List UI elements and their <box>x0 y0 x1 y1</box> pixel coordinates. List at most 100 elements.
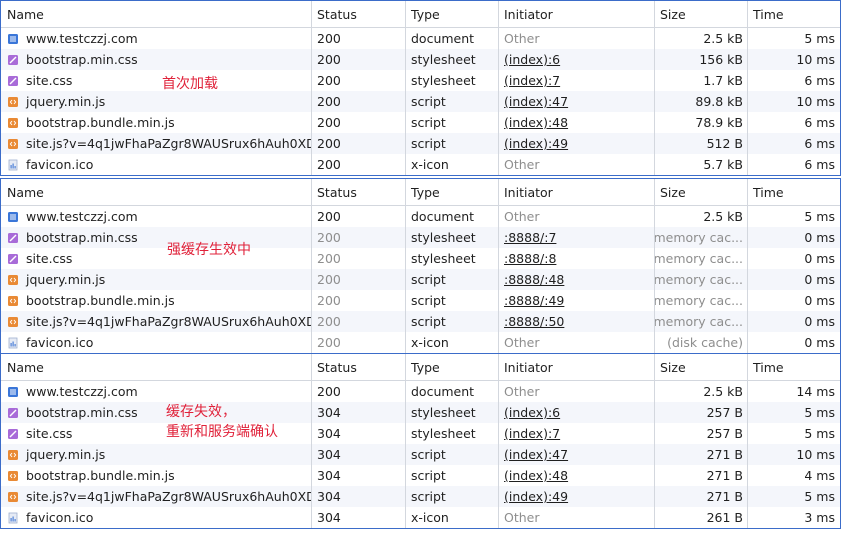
column-header-type[interactable]: Type <box>405 179 498 205</box>
column-divider[interactable] <box>654 179 655 205</box>
column-divider[interactable] <box>747 354 748 380</box>
initiator-cell[interactable]: :8888/:48 <box>498 269 654 290</box>
initiator-cell[interactable]: (index):7 <box>498 423 654 444</box>
request-name[interactable]: jquery.min.js <box>26 272 105 287</box>
column-divider[interactable] <box>498 354 499 380</box>
initiator-cell[interactable]: (index):7 <box>498 70 654 91</box>
column-header-type[interactable]: Type <box>405 354 498 380</box>
column-header-time[interactable]: Time <box>747 1 840 27</box>
request-name-cell[interactable]: www.testczzj.com <box>1 28 311 49</box>
request-name-cell[interactable]: favicon.ico <box>1 154 311 175</box>
initiator-cell[interactable]: :8888/:7 <box>498 227 654 248</box>
request-name-cell[interactable]: jquery.min.js <box>1 269 311 290</box>
request-name-cell[interactable]: site.js?v=4q1jwFhaPaZgr8WAUSrux6hAuh0XDg… <box>1 311 311 332</box>
initiator-cell[interactable]: :8888/:49 <box>498 290 654 311</box>
column-divider[interactable] <box>405 354 406 380</box>
table-row[interactable]: site.css 304 stylesheet (index):7 257 B 5 ms <box>1 423 840 444</box>
initiator-link[interactable]: (index):7 <box>504 73 560 88</box>
initiator-cell[interactable]: (index):49 <box>498 133 654 154</box>
column-header-type[interactable]: Type <box>405 1 498 27</box>
table-row[interactable]: bootstrap.min.css 304 stylesheet (index):6 2… <box>1 402 840 423</box>
column-header-status[interactable]: Status <box>311 1 405 27</box>
column-divider[interactable] <box>311 354 312 380</box>
initiator-link[interactable]: :8888/:49 <box>504 293 564 308</box>
request-name[interactable]: site.css <box>26 73 72 88</box>
column-header-time[interactable]: Time <box>747 354 840 380</box>
table-row[interactable]: site.js?v=4q1jwFhaPaZgr8WAUSrux6hAuh0XDg… <box>1 486 840 507</box>
table-row[interactable]: bootstrap.min.css 200 stylesheet (index):6 1… <box>1 49 840 70</box>
table-row[interactable]: bootstrap.min.css 200 stylesheet:8888/:7 (m… <box>1 227 840 248</box>
column-header-status[interactable]: Status <box>311 354 405 380</box>
request-name[interactable]: www.testczzj.com <box>26 384 138 399</box>
initiator-link[interactable]: (index):49 <box>504 136 568 151</box>
initiator-link[interactable]: :8888/:50 <box>504 314 564 329</box>
request-name-cell[interactable]: bootstrap.min.css <box>1 49 311 70</box>
column-header-initiator[interactable]: Initiator <box>498 1 654 27</box>
column-divider[interactable] <box>405 1 406 27</box>
initiator-cell[interactable]: (index):6 <box>498 49 654 70</box>
request-name-cell[interactable]: site.css <box>1 70 311 91</box>
initiator-link[interactable]: :8888/:8 <box>504 251 556 266</box>
initiator-link[interactable]: :8888/:48 <box>504 272 564 287</box>
request-name[interactable]: site.js?v=4q1jwFhaPaZgr8WAUSrux6hAuh0XDg… <box>26 136 311 151</box>
request-name[interactable]: bootstrap.min.css <box>26 52 138 67</box>
initiator-link[interactable]: (index):6 <box>504 405 560 420</box>
column-header-initiator[interactable]: Initiator <box>498 354 654 380</box>
table-row[interactable]: favicon.ico 304 x-icon Other 261 B 3 ms <box>1 507 840 528</box>
table-row[interactable]: jquery.min.js 200 script:8888/:48 (memory c… <box>1 269 840 290</box>
column-divider[interactable] <box>747 1 748 27</box>
request-name-cell[interactable]: bootstrap.bundle.min.js <box>1 465 311 486</box>
initiator-link[interactable]: :8888/:7 <box>504 230 556 245</box>
column-header-time[interactable]: Time <box>747 179 840 205</box>
request-name-cell[interactable]: site.js?v=4q1jwFhaPaZgr8WAUSrux6hAuh0XDg… <box>1 133 311 154</box>
request-name[interactable]: site.css <box>26 426 72 441</box>
request-name-cell[interactable]: favicon.ico <box>1 507 311 528</box>
request-name[interactable]: site.js?v=4q1jwFhaPaZgr8WAUSrux6hAuh0XDg… <box>26 489 311 504</box>
initiator-cell[interactable]: :8888/:8 <box>498 248 654 269</box>
request-name-cell[interactable]: jquery.min.js <box>1 91 311 112</box>
column-header-initiator[interactable]: Initiator <box>498 179 654 205</box>
request-name[interactable]: jquery.min.js <box>26 94 105 109</box>
table-row[interactable]: bootstrap.bundle.min.js 304 script (index):… <box>1 465 840 486</box>
request-name[interactable]: bootstrap.bundle.min.js <box>26 115 175 130</box>
table-row[interactable]: favicon.ico 200 x-icon Other 5.7 kB 6 ms <box>1 154 840 175</box>
table-row[interactable]: jquery.min.js 304 script (index):47 271 B 10 … <box>1 444 840 465</box>
request-name-cell[interactable]: favicon.ico <box>1 332 311 353</box>
column-header-name[interactable]: Name <box>1 1 311 27</box>
initiator-link[interactable]: (index):47 <box>504 94 568 109</box>
initiator-cell[interactable]: :8888/:50 <box>498 311 654 332</box>
column-divider[interactable] <box>498 179 499 205</box>
table-row[interactable]: www.testczzj.com 200 document Other 2.5 kB 14… <box>1 381 840 402</box>
initiator-cell[interactable]: (index):47 <box>498 91 654 112</box>
initiator-link[interactable]: (index):47 <box>504 447 568 462</box>
initiator-cell[interactable]: (index):48 <box>498 465 654 486</box>
column-header-status[interactable]: Status <box>311 179 405 205</box>
initiator-cell[interactable]: (index):49 <box>498 486 654 507</box>
initiator-cell[interactable]: (index):48 <box>498 112 654 133</box>
request-name[interactable]: bootstrap.bundle.min.js <box>26 468 175 483</box>
request-name-cell[interactable]: www.testczzj.com <box>1 206 311 227</box>
request-name-cell[interactable]: jquery.min.js <box>1 444 311 465</box>
column-divider[interactable] <box>311 1 312 27</box>
request-name[interactable]: site.css <box>26 251 72 266</box>
column-header-name[interactable]: Name <box>1 354 311 380</box>
column-divider[interactable] <box>654 354 655 380</box>
request-name-cell[interactable]: bootstrap.min.css <box>1 227 311 248</box>
table-row[interactable]: jquery.min.js 200 script (index):47 89.8 kB 1… <box>1 91 840 112</box>
initiator-link[interactable]: (index):6 <box>504 52 560 67</box>
column-divider[interactable] <box>654 1 655 27</box>
request-name[interactable]: favicon.ico <box>26 335 93 350</box>
table-row[interactable]: bootstrap.bundle.min.js 200 script (index):… <box>1 112 840 133</box>
column-divider[interactable] <box>498 1 499 27</box>
table-row[interactable]: site.css 200 stylesheet (index):7 1.7 kB 6 ms <box>1 70 840 91</box>
request-name-cell[interactable]: www.testczzj.com <box>1 381 311 402</box>
request-name[interactable]: bootstrap.bundle.min.js <box>26 293 175 308</box>
request-name[interactable]: favicon.ico <box>26 157 93 172</box>
request-name-cell[interactable]: bootstrap.bundle.min.js <box>1 290 311 311</box>
table-row[interactable]: site.css 200 stylesheet:8888/:8 (memory cac… <box>1 248 840 269</box>
table-row[interactable]: www.testczzj.com 200 document Other 2.5 kB 5 … <box>1 28 840 49</box>
request-name[interactable]: www.testczzj.com <box>26 31 138 46</box>
table-row[interactable]: favicon.ico 200 x-icon Other (disk cache) 0 m… <box>1 332 840 353</box>
table-row[interactable]: bootstrap.bundle.min.js 200 script:8888/:4… <box>1 290 840 311</box>
column-header-size[interactable]: Size <box>654 179 747 205</box>
